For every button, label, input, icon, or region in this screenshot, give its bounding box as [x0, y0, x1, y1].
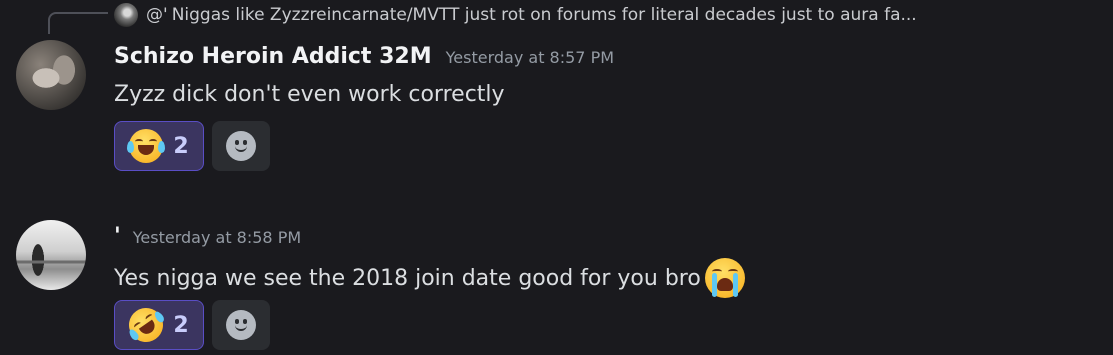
- reply-avatar[interactable]: [114, 3, 138, 27]
- smiley-icon: [226, 310, 256, 340]
- reaction-count: 2: [173, 133, 189, 159]
- message-content: Yes nigga we see the 2018 join date good…: [114, 258, 745, 298]
- add-reaction-button[interactable]: [212, 121, 270, 171]
- reply-spine: [48, 12, 108, 34]
- reactions-bar: 2: [114, 121, 270, 171]
- reaction-count: 2: [173, 312, 189, 338]
- reaction-rofl[interactable]: 2: [114, 300, 204, 350]
- rofl-emoji-icon: [122, 301, 171, 349]
- message-text: Yes nigga we see the 2018 join date good…: [114, 265, 701, 291]
- message-content: Zyzz dick don't even work correctly: [114, 82, 505, 107]
- chat-view: @' Niggas like Zyzzreincarnate/MVTT just…: [0, 0, 1113, 355]
- username[interactable]: ': [114, 224, 121, 249]
- message-header: ' Yesterday at 8:58 PM: [114, 224, 301, 249]
- add-reaction-button[interactable]: [212, 300, 270, 350]
- message-text: Zyzz dick don't even work correctly: [114, 82, 505, 107]
- avatar[interactable]: [16, 220, 86, 290]
- reply-author[interactable]: @': [146, 5, 168, 25]
- smiley-icon: [226, 131, 256, 161]
- joy-emoji-icon: [127, 129, 166, 163]
- username[interactable]: Schizo Heroin Addict 32M: [114, 44, 432, 69]
- reply-text[interactable]: Niggas like Zyzzreincarnate/MVTT just ro…: [172, 5, 917, 25]
- timestamp: Yesterday at 8:58 PM: [132, 228, 302, 247]
- reaction-joy[interactable]: 2: [114, 121, 204, 171]
- avatar[interactable]: [16, 40, 86, 110]
- message-header: Schizo Heroin Addict 32M Yesterday at 8:…: [114, 44, 614, 69]
- reply-reference[interactable]: @' Niggas like Zyzzreincarnate/MVTT just…: [114, 3, 1099, 27]
- reactions-bar: 2: [114, 300, 270, 350]
- sob-emoji-icon: [704, 258, 745, 298]
- timestamp: Yesterday at 8:57 PM: [445, 48, 615, 67]
